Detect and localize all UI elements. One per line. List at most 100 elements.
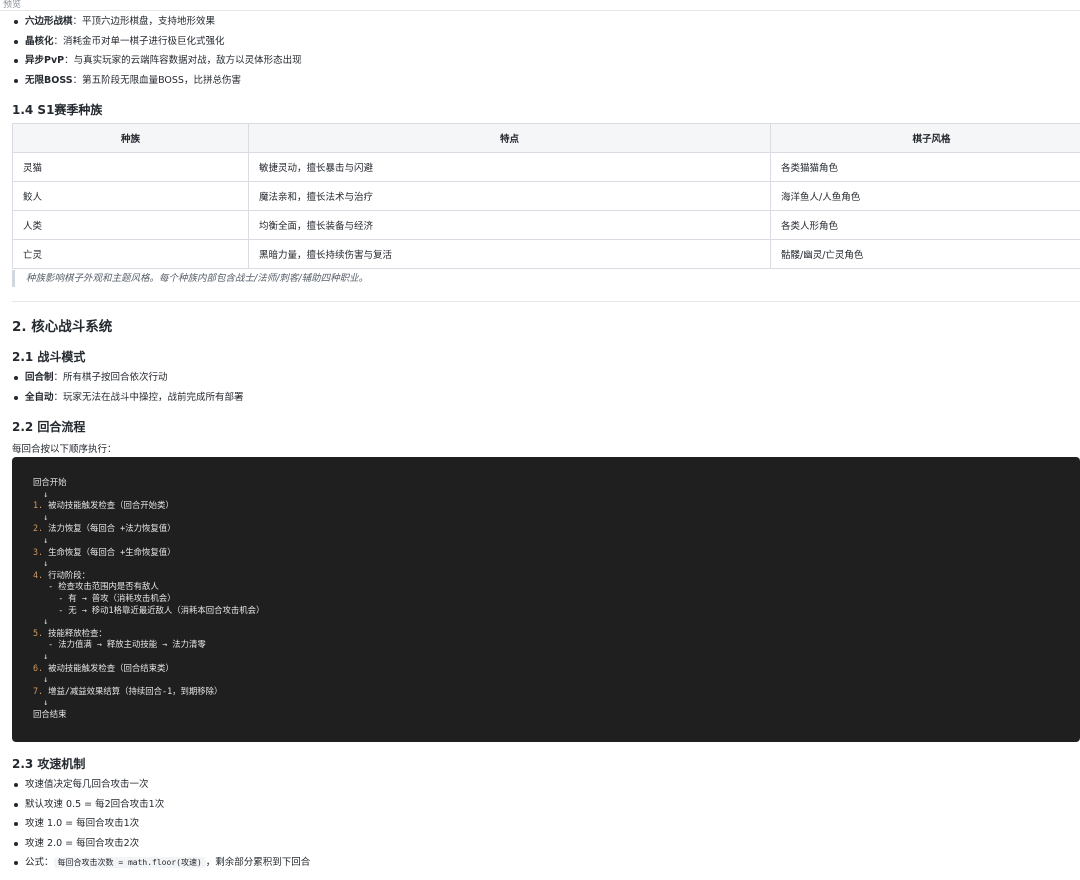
code-text: 回合开始	[33, 477, 67, 487]
section-heading-1-4: 1.4 S1赛季种族	[12, 103, 103, 117]
feature-desc: ：消耗金币对单一棋子进行极巨化式强化	[53, 35, 225, 47]
column-header: 棋子风格	[770, 123, 1080, 153]
code-text: - 无 → 移动1格靠近最近敌人（消耗本回合攻击机会）	[33, 604, 265, 615]
code-text: ↓	[33, 558, 49, 569]
code-line: ↓	[33, 512, 1080, 524]
list-item: 晶核化：消耗金币对单一棋子进行极巨化式强化	[12, 32, 1080, 52]
section-heading-2-2: 2.2 回合流程	[12, 420, 86, 434]
list-item: 全自动：玩家无法在战斗中操控，战前完成所有部署	[12, 388, 244, 408]
code-line: - 法力值满 → 释放主动技能 → 法力清零	[33, 639, 1080, 651]
code-line: 回合结束	[33, 709, 1080, 721]
feature-name: 无限BOSS	[25, 74, 73, 86]
code-text: 法力恢复（每回合 +法力恢复值）	[43, 523, 176, 534]
item-desc: ：玩家无法在战斗中操控，战前完成所有部署	[53, 391, 244, 403]
code-line: 6. 被动技能触发检查（回合结束类）	[33, 663, 1080, 675]
table-cell: 均衡全面，擅长装备与经济	[248, 210, 771, 240]
item-term: 回合制	[25, 372, 54, 383]
code-text: 生命恢复（每回合 +生命恢复值）	[43, 546, 176, 557]
table-cell: 魔法亲和，擅长法术与治疗	[248, 181, 771, 211]
formula-code: 每回合攻击次数 = math.floor(攻速)	[53, 857, 206, 868]
code-line: 4. 行动阶段：	[33, 570, 1080, 582]
section-heading-2-3: 2.3 攻速机制	[12, 757, 86, 771]
table-cell: 海洋鱼人/人鱼角色	[770, 181, 1080, 211]
code-line: 3. 生命恢复（每回合 +生命恢复值）	[33, 547, 1080, 559]
code-text: - 法力值满 → 释放主动技能 → 法力清零	[33, 639, 206, 650]
battle-mode-list: 回合制：所有棋子按回合依次行动 全自动：玩家无法在战斗中操控，战前完成所有部署	[12, 368, 244, 407]
code-line: ↓	[33, 558, 1080, 570]
list-item: 攻速值决定每几回合攻击一次	[12, 775, 310, 795]
code-text: ↓	[33, 534, 49, 545]
table-cell: 鲛人	[12, 181, 249, 211]
section-heading-2: 2. 核心战斗系统	[12, 319, 113, 335]
list-item: 公式： 每回合攻击次数 = math.floor(攻速) ，剩余部分累积到下回合	[12, 853, 310, 873]
attack-speed-list: 攻速值决定每几回合攻击一次 默认攻速 0.5 = 每2回合攻击1次 攻速 1.0…	[12, 775, 310, 873]
table-row: 灵猫 敏捷灵动，擅长暴击与闪避 各类猫猫角色	[12, 152, 1080, 182]
code-text: - 有 → 普攻（消耗攻击机会）	[33, 592, 176, 603]
code-text: ↓	[33, 650, 49, 661]
item-term: 全自动	[25, 391, 54, 403]
code-line: ↓	[33, 489, 1080, 501]
code-line: ↓	[33, 616, 1080, 628]
list-item: 攻速 2.0 = 每回合攻击2次	[12, 834, 310, 854]
table-cell: 各类猫猫角色	[770, 152, 1080, 182]
feature-name: 六边形战棋	[25, 16, 73, 27]
code-line: - 有 → 普攻（消耗攻击机会）	[33, 593, 1080, 605]
list-item: 异步PvP：与真实玩家的云端阵容数据对战，敌方以灵体形态出现	[12, 51, 1080, 71]
code-line: 回合开始	[33, 477, 1080, 489]
code-text: ↓	[33, 674, 49, 685]
code-line: ↓	[33, 697, 1080, 709]
preview-label: 预览	[0, 0, 1080, 11]
feature-name: 晶核化	[25, 35, 54, 47]
code-line: ↓	[33, 674, 1080, 686]
table-row: 亡灵 黑暗力量，擅长持续伤害与复活 骷髅/幽灵/亡灵角色	[12, 239, 1080, 269]
table-row: 人类 均衡全面，擅长装备与经济 各类人形角色	[12, 210, 1080, 240]
code-line: 7. 增益/减益效果结算（持续回合-1，到期移除）	[33, 686, 1080, 698]
column-header: 特点	[248, 123, 771, 153]
blockquote-note: 种族影响棋子外观和主题风格。每个种族内部包含战士/法师/刺客/辅助四种职业。	[12, 270, 1080, 287]
step-number: 5.	[33, 627, 44, 638]
code-text: ↓	[33, 488, 49, 499]
item-desc: ：所有棋子按回合依次行动	[53, 372, 168, 383]
step-number: 7.	[33, 685, 44, 696]
code-text: - 检查攻击范围内是否有敌人	[33, 581, 159, 592]
formula-suffix: ，剩余部分累积到下回合	[205, 857, 311, 868]
step-number: 2.	[33, 523, 44, 534]
code-text: ↓	[33, 616, 49, 627]
feature-desc: ：第五阶段无限血量BOSS，比拼总伤害	[72, 74, 241, 86]
race-table: 种族 特点 棋子风格 灵猫 敏捷灵动，擅长暴击与闪避 各类猫猫角色 鲛人 魔法亲…	[12, 123, 1080, 269]
step-number: 6.	[33, 662, 44, 673]
step-number: 3.	[33, 546, 44, 557]
code-line: 2. 法力恢复（每回合 +法力恢复值）	[33, 523, 1080, 535]
divider	[12, 301, 1080, 302]
feature-desc: ：平顶六边形棋盘，支持地形效果	[72, 16, 216, 27]
feature-desc: ：与真实玩家的云端阵容数据对战，敌方以灵体形态出现	[64, 55, 302, 66]
table-cell: 黑暗力量，擅长持续伤害与复活	[248, 239, 771, 269]
code-text: 被动技能触发检查（回合开始类）	[43, 500, 174, 511]
code-line: ↓	[33, 535, 1080, 547]
column-header: 种族	[12, 123, 249, 153]
formula-label: 公式：	[25, 857, 54, 868]
code-text: 技能释放检查：	[43, 627, 107, 638]
table-cell: 敏捷灵动，擅长暴击与闪避	[248, 152, 771, 182]
code-line: ↓	[33, 651, 1080, 663]
list-item: 六边形战棋：平顶六边形棋盘，支持地形效果	[12, 12, 1080, 32]
round-flow-code-block: 回合开始 ↓ 1. 被动技能触发检查（回合开始类） ↓ 2. 法力恢复（每回合 +法…	[12, 457, 1080, 742]
section-heading-2-1: 2.1 战斗模式	[12, 350, 86, 364]
code-line: - 检查攻击范围内是否有敌人	[33, 581, 1080, 593]
list-item: 回合制：所有棋子按回合依次行动	[12, 368, 244, 388]
list-item: 无限BOSS：第五阶段无限血量BOSS，比拼总伤害	[12, 71, 1080, 91]
code-line: 1. 被动技能触发检查（回合开始类）	[33, 500, 1080, 512]
code-line: 5. 技能释放检查：	[33, 628, 1080, 640]
table-cell: 骷髅/幽灵/亡灵角色	[770, 239, 1080, 269]
feature-name: 异步PvP	[25, 55, 65, 66]
code-line: - 无 → 移动1格靠近最近敌人（消耗本回合攻击机会）	[33, 605, 1080, 617]
table-cell: 亡灵	[12, 239, 249, 269]
feature-list: 六边形战棋：平顶六边形棋盘，支持地形效果 晶核化：消耗金币对单一棋子进行极巨化式…	[12, 12, 1080, 90]
table-cell: 人类	[12, 210, 249, 240]
table-cell: 各类人形角色	[770, 210, 1080, 240]
document-body: 六边形战棋：平顶六边形棋盘，支持地形效果 晶核化：消耗金币对单一棋子进行极巨化式…	[12, 12, 1080, 868]
list-item: 默认攻速 0.5 = 每2回合攻击1次	[12, 795, 310, 815]
code-text: 行动阶段：	[43, 569, 91, 580]
round-flow-intro: 每回合按以下顺序执行：	[12, 444, 117, 455]
code-text: ↓	[33, 511, 49, 522]
